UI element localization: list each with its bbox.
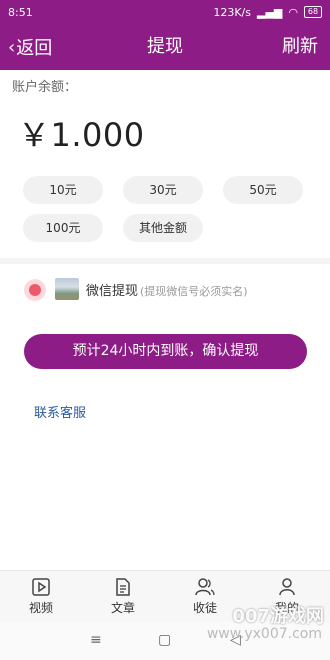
signal-icon: ▂▄▆ [257,5,283,19]
amount-option-100[interactable]: 100元 [23,214,103,242]
watermark-url: www.yx007.com [206,626,322,642]
menu-icon[interactable]: ≡ [90,632,102,648]
amount-option-50[interactable]: 50元 [223,176,303,204]
page-title: 提现 [147,36,183,57]
amount-option-30[interactable]: 30元 [123,176,203,204]
tab-article-label: 文章 [110,601,135,615]
status-time: 8:51 [8,5,33,19]
balance-value: ￥1.000 [18,116,145,154]
home-icon[interactable]: ▢ [158,632,171,648]
nav-bar: ‹ 返回 提现 刷新 [0,24,330,70]
status-bar: 8:51 123K/s ▂▄▆ ◠ 68 [0,0,330,24]
refresh-button[interactable]: 刷新 [282,24,318,70]
battery-icon: 68 [304,6,322,18]
wechat-method-label: 微信提现 (提现微信号必须实名) [86,280,248,299]
network-speed: 123K/s [213,5,251,19]
contact-service-link[interactable]: 联系客服 [34,402,86,421]
tab-article[interactable]: 文章 [82,571,164,623]
confirm-withdraw-button[interactable]: 预计24小时内到账，确认提现 [24,334,307,369]
status-indicators: 123K/s ▂▄▆ ◠ 68 [213,6,322,19]
wifi-icon: ◠ [288,5,298,19]
tab-video[interactable]: 视频 [0,571,82,623]
tab-video-label: 视频 [28,601,53,615]
profile-icon [279,578,295,596]
section-divider [0,258,330,264]
wechat-method-hint: (提现微信号必须实名) [140,285,248,298]
balance-label: 账户余额： [12,80,78,95]
wechat-method-name: 微信提现 [86,284,139,299]
apprentice-icon [195,578,215,596]
article-icon [116,578,130,596]
wechat-radio[interactable] [24,279,46,301]
wechat-method-image [55,278,79,300]
amount-option-10[interactable]: 10元 [23,176,103,204]
amount-option-other[interactable]: 其他金额 [123,214,203,242]
video-icon [32,578,50,596]
watermark-text: 007游戏网 [232,606,324,627]
